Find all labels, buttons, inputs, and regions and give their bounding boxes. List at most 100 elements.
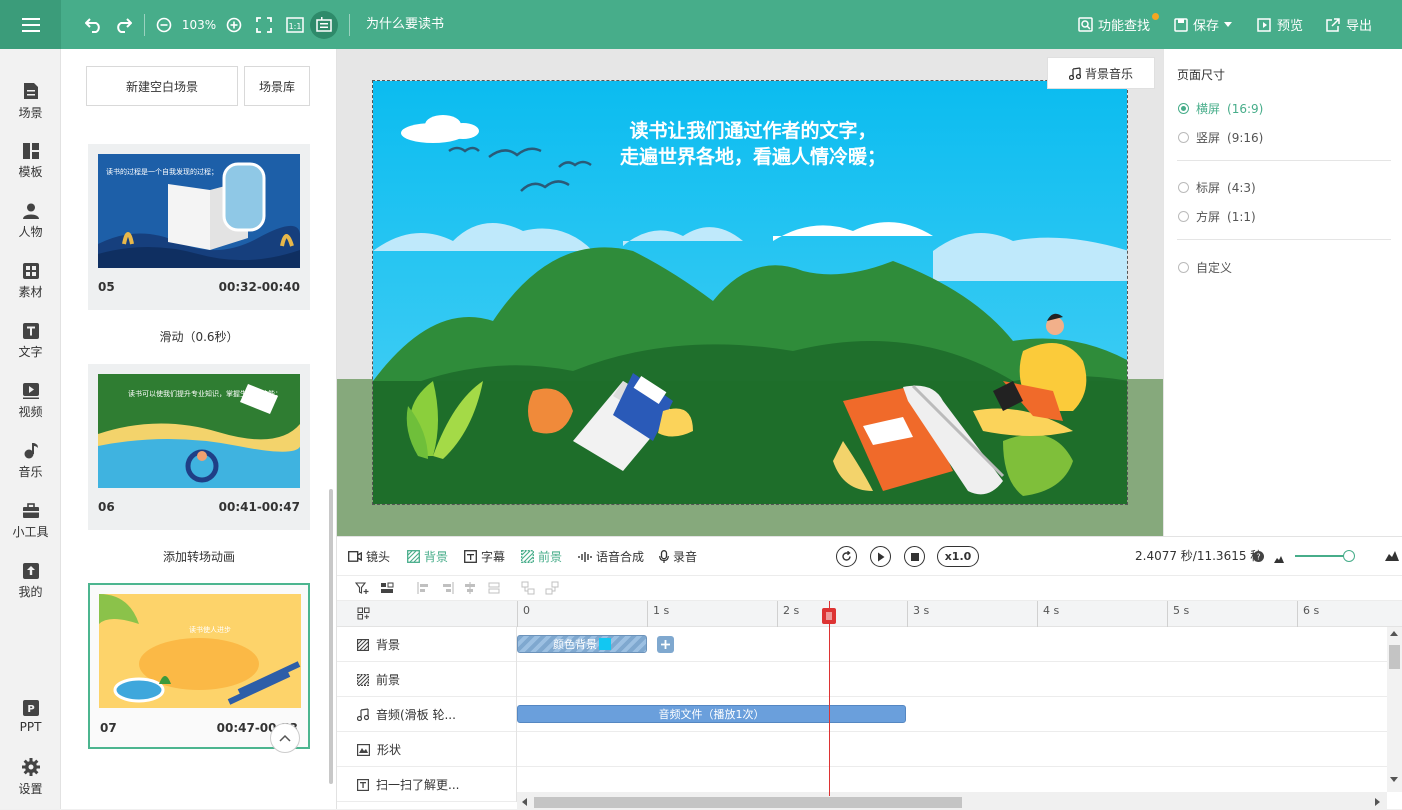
- sidebar-item-ppt[interactable]: P PPT: [0, 689, 61, 745]
- scene-number: 05: [98, 280, 115, 294]
- transition-label[interactable]: 滑动（0.6秒）: [61, 328, 336, 345]
- search-icon: [1078, 17, 1093, 32]
- svg-text:?: ?: [1256, 553, 1260, 562]
- hscroll-thumb[interactable]: [534, 797, 962, 808]
- tool-background[interactable]: 背景: [407, 537, 448, 576]
- subtitle-toggle-button[interactable]: [309, 0, 339, 49]
- rewind-button[interactable]: [836, 546, 857, 567]
- tool-foreground[interactable]: 前景: [521, 537, 562, 576]
- save-button[interactable]: 保存: [1174, 0, 1233, 49]
- track-row-foreground: 前景: [337, 662, 1387, 697]
- scene-time: 00:32-00:40: [218, 280, 300, 294]
- ungroup-icon: [545, 581, 559, 595]
- scroll-right-icon[interactable]: [1375, 798, 1381, 806]
- fullscreen-button[interactable]: [254, 0, 274, 49]
- scene-card[interactable]: 读书可以使我们提升专业知识，掌握生存的技能； 06 00:41-00:47: [88, 364, 310, 530]
- playback-speed-button[interactable]: x1.0: [937, 546, 979, 567]
- sidebar-label: 音乐: [18, 465, 43, 479]
- radio-portrait[interactable]: 竖屏 (9:16): [1178, 129, 1263, 146]
- align-icon[interactable]: [380, 581, 394, 595]
- ruler-tick: 4 s: [1037, 601, 1059, 627]
- scroll-left-icon[interactable]: [521, 798, 527, 806]
- audio-clip[interactable]: 音频文件（播放1次）: [517, 705, 906, 723]
- play-button[interactable]: [870, 546, 891, 567]
- scene-card[interactable]: 读书的过程是一个自我发现的过程； 05 00:32-00:40: [88, 144, 310, 310]
- menu-button[interactable]: [0, 0, 61, 49]
- radio-square[interactable]: 方屏 (1:1): [1178, 208, 1256, 225]
- time-readout: 2.4077 秒/11.3615 秒: [1135, 549, 1263, 563]
- upload-icon: [22, 562, 39, 579]
- time-ruler[interactable]: 0 1 s 2 s 3 s 4 s 5 s 6 s: [517, 601, 1402, 627]
- timeline-toolbar: 镜头 背景 字幕 前景 语音合成 录音 x1.0 2.4077 秒/11.361…: [337, 537, 1402, 576]
- document-title[interactable]: 为什么要读书: [366, 0, 444, 49]
- tool-label: 背景: [424, 550, 449, 564]
- zoom-in-button[interactable]: [225, 0, 243, 49]
- zoom-small-icon: [1274, 552, 1284, 566]
- tool-label: 镜头: [366, 550, 391, 564]
- stop-icon: [910, 552, 919, 561]
- page-size-title: 页面尺寸: [1177, 68, 1226, 82]
- filter-add-icon[interactable]: [355, 581, 369, 595]
- actual-size-button[interactable]: 1:1: [284, 0, 306, 49]
- scene-canvas[interactable]: 读书让我们通过作者的文字， 走遍世界各地，看遍人情冷暖；: [372, 80, 1128, 505]
- tracks-area: 背景 颜色背景 前景 音频(滑板 轮... 音频文件（播放1次） 形状 扫一扫了…: [337, 627, 1402, 802]
- radio-landscape[interactable]: 横屏 (16:9): [1178, 100, 1263, 117]
- canvas-text-line2[interactable]: 走遍世界各地，看遍人情冷暖；: [620, 145, 886, 168]
- camera-icon: [348, 551, 362, 562]
- sidebar-item-template[interactable]: 模板: [0, 133, 61, 189]
- add-clip-button[interactable]: [657, 636, 674, 653]
- tool-subtitle[interactable]: 字幕: [464, 537, 505, 576]
- feature-search-button[interactable]: 功能查找: [1078, 0, 1150, 49]
- zoom-slider-thumb[interactable]: [1343, 550, 1355, 562]
- background-clip[interactable]: 颜色背景: [517, 635, 647, 653]
- stop-button[interactable]: [904, 546, 925, 567]
- scene-icon: [23, 82, 38, 99]
- scroll-top-button[interactable]: [270, 723, 300, 753]
- radio-ratio: (4:3): [1227, 180, 1256, 195]
- tracks-vertical-scrollbar[interactable]: [1387, 627, 1402, 792]
- color-swatch: [599, 638, 611, 650]
- playhead-handle[interactable]: [822, 608, 836, 624]
- sidebar-item-video[interactable]: 视频: [0, 373, 61, 429]
- tool-tts[interactable]: 语音合成: [578, 537, 644, 576]
- scroll-up-icon[interactable]: [1390, 630, 1398, 636]
- add-transition-link[interactable]: 添加转场动画: [61, 548, 336, 565]
- track-row-audio: 音频(滑板 轮... 音频文件（播放1次）: [337, 697, 1387, 732]
- new-blank-scene-button[interactable]: 新建空白场景: [86, 66, 238, 106]
- scene-library-button[interactable]: 场景库: [244, 66, 310, 106]
- sidebar-item-person[interactable]: 人物: [0, 193, 61, 249]
- tool-record[interactable]: 录音: [659, 537, 697, 576]
- preview-icon: [1257, 17, 1271, 32]
- sidebar-item-scene[interactable]: 场景: [0, 73, 61, 129]
- scene-number: 07: [100, 721, 117, 735]
- sidebar-item-toolbox[interactable]: 小工具: [0, 493, 61, 549]
- hamburger-icon: [21, 17, 40, 32]
- sidebar-item-mine[interactable]: 我的: [0, 553, 61, 609]
- sidebar-item-material[interactable]: 素材: [0, 253, 61, 309]
- tracks-horizontal-scrollbar[interactable]: [517, 792, 1387, 810]
- scene-panel-scrollbar[interactable]: [329, 489, 333, 784]
- export-button[interactable]: 导出: [1326, 0, 1372, 49]
- save-icon: [1174, 17, 1188, 32]
- radio-custom[interactable]: 自定义: [1178, 259, 1232, 276]
- undo-button[interactable]: [84, 0, 104, 49]
- align-center-icon: [465, 582, 475, 594]
- background-music-button[interactable]: 背景音乐: [1047, 57, 1155, 89]
- tool-camera[interactable]: 镜头: [348, 537, 390, 576]
- redo-button[interactable]: [113, 0, 133, 49]
- sidebar-item-music[interactable]: 音乐: [0, 433, 61, 489]
- thumb-text: 读书使人进步: [189, 625, 231, 634]
- preview-button[interactable]: 预览: [1257, 0, 1303, 49]
- zoom-out-button[interactable]: [155, 0, 173, 49]
- help-icon[interactable]: ?: [1253, 551, 1264, 565]
- scroll-down-icon[interactable]: [1390, 777, 1398, 783]
- replay-icon: [842, 551, 851, 561]
- subtitle-icon: [464, 550, 477, 563]
- radio-standard[interactable]: 标屏 (4:3): [1178, 179, 1256, 196]
- canvas-text-line1[interactable]: 读书让我们通过作者的文字，: [629, 119, 876, 142]
- radio-ratio: (1:1): [1227, 209, 1256, 224]
- vscroll-thumb[interactable]: [1389, 645, 1400, 669]
- sidebar-item-text[interactable]: 文字: [0, 313, 61, 369]
- track-settings-icon[interactable]: [357, 607, 370, 620]
- sidebar-item-settings[interactable]: 设置: [0, 749, 61, 805]
